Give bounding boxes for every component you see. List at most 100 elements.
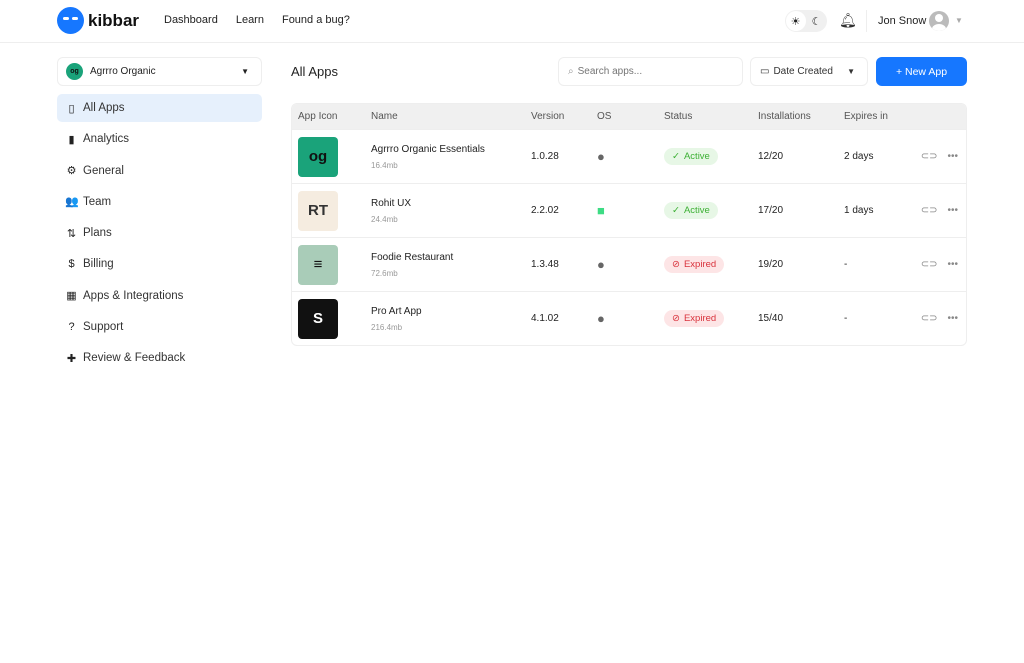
expires-in: 2 days <box>844 151 874 162</box>
sun-icon[interactable]: ☀ <box>785 11 806 31</box>
col-version: Version <box>531 111 565 122</box>
avatar[interactable] <box>929 11 949 31</box>
search-icon: ⌕ <box>568 66 574 77</box>
sort-label: Date Created <box>773 66 833 77</box>
col-status: Status <box>664 111 693 122</box>
apps-table: App Icon Name Version OS Status Installa… <box>291 103 967 346</box>
chevron-down-icon[interactable]: ▼ <box>955 16 963 25</box>
gear-icon: ⚙ <box>66 165 77 178</box>
installations: 15/40 <box>758 313 784 324</box>
nav-dashboard[interactable]: Dashboard <box>164 14 218 26</box>
link-icon[interactable]: ⊂⊃ <box>921 151 938 162</box>
swap-icon: ⇅ <box>66 227 77 240</box>
sidebar-item-apps-integrations[interactable]: ▦ Apps & Integrations <box>57 282 262 310</box>
more-icon[interactable]: ••• <box>947 313 958 324</box>
app-icon: S <box>298 298 338 339</box>
org-name: Agrrro Organic <box>90 66 156 77</box>
team-icon: 👥 <box>65 196 79 209</box>
help-icon: ? <box>68 321 75 334</box>
page-title: All Apps <box>291 64 338 79</box>
app-size: 24.4mb <box>371 214 398 224</box>
sidebar-item-label: General <box>83 164 124 177</box>
apple-icon: ● <box>597 149 605 164</box>
app-size: 16.4mb <box>371 160 398 170</box>
new-app-button[interactable]: + New App <box>876 57 967 86</box>
more-icon[interactable]: ••• <box>947 151 958 162</box>
search-input[interactable] <box>577 66 728 77</box>
user-name[interactable]: Jon Snow <box>878 15 926 27</box>
status-badge: ⊘ Expired <box>664 310 725 327</box>
top-bar: kibbar Dashboard Learn Found a bug? ☀ ☾ … <box>0 0 1024 43</box>
org-logo: og <box>66 63 83 80</box>
col-os: OS <box>597 111 612 122</box>
table-header: App Icon Name Version OS Status Installa… <box>292 104 966 129</box>
bell-icon[interactable]: 🔔︎ <box>839 12 857 29</box>
table-row[interactable]: S Pro Art App 216.4mb 4.1.02 ● ⊘ Expired 1… <box>292 291 966 345</box>
nav-found-bug[interactable]: Found a bug? <box>282 14 350 26</box>
link-icon[interactable]: ⊂⊃ <box>921 259 938 270</box>
app-version: 1.0.28 <box>531 151 559 162</box>
brand-name: kibbar <box>88 10 140 30</box>
bar-chart-icon: ▮ <box>68 133 75 146</box>
app-size: 216.4mb <box>371 322 403 332</box>
search-box[interactable]: ⌕ <box>558 57 743 86</box>
more-icon[interactable]: ••• <box>947 259 958 270</box>
calendar-icon: ▭ <box>760 66 770 77</box>
col-installations: Installations <box>758 111 811 122</box>
top-nav: Dashboard Learn Found a bug? <box>164 14 350 26</box>
app-icon: og <box>298 136 338 177</box>
check-icon: ✓ <box>672 205 680 216</box>
logo[interactable]: kibbar <box>57 7 139 34</box>
table-row[interactable]: RT Rohit UX 24.4mb 2.2.02 ■ ✓ Active 17/20… <box>292 183 966 237</box>
sidebar-item-support[interactable]: ? Support <box>57 313 262 341</box>
sidebar-item-plans[interactable]: ⇅ Plans <box>57 219 262 247</box>
sidebar-item-team[interactable]: 👥 Team <box>57 188 262 216</box>
sidebar-item-label: Support <box>83 321 124 334</box>
sort-dropdown[interactable]: ▭ Date Created ▼ <box>750 57 868 86</box>
divider <box>866 10 867 32</box>
sidebar-item-all-apps[interactable]: ▯ All Apps <box>57 94 262 122</box>
dollar-icon: $ <box>68 258 75 271</box>
status-badge: ⊘ Expired <box>664 256 725 273</box>
sidebar-item-label: Plans <box>83 227 112 240</box>
ban-icon: ⊘ <box>672 313 680 324</box>
more-icon[interactable]: ••• <box>947 205 958 216</box>
app-name[interactable]: Rohit UX <box>371 198 531 209</box>
expires-in: - <box>844 259 848 270</box>
app-version: 2.2.02 <box>531 205 559 216</box>
org-selector[interactable]: og Agrrro Organic ▼ <box>57 57 262 86</box>
sidebar-item-review-feedback[interactable]: ✚ Review & Feedback <box>57 344 262 372</box>
status-badge: ✓ Active <box>664 202 718 219</box>
app-icon: RT <box>298 190 338 231</box>
sidebar-item-analytics[interactable]: ▮ Analytics <box>57 125 262 153</box>
sidebar-item-label: Review & Feedback <box>83 352 186 365</box>
moon-icon[interactable]: ☾ <box>807 11 827 31</box>
status-badge: ✓ Active <box>664 148 718 165</box>
app-name[interactable]: Foodie Restaurant <box>371 252 531 263</box>
link-icon[interactable]: ⊂⊃ <box>921 205 938 216</box>
table-row[interactable]: og Agrrro Organic Essentials 16.4mb 1.0.2… <box>292 129 966 183</box>
phone-icon: ▯ <box>68 102 75 115</box>
installations: 19/20 <box>758 259 784 270</box>
sidebar-item-billing[interactable]: $ Billing <box>57 250 262 278</box>
apps-icon: ▦ <box>66 290 77 303</box>
caret-down-icon: ▼ <box>241 67 249 76</box>
check-icon: ✓ <box>672 151 680 162</box>
sidebar: ▯ All Apps ▮ Analytics ⚙ General 👥 Team ⇅ Plans $ B… <box>57 94 262 376</box>
expires-in: 1 days <box>844 205 874 216</box>
app-name[interactable]: Agrrro Organic Essentials <box>371 144 531 155</box>
theme-toggle[interactable]: ☀ ☾ <box>785 10 827 32</box>
sidebar-item-label: Apps & Integrations <box>83 289 184 302</box>
table-row[interactable]: ≡ Foodie Restaurant 72.6mb 1.3.48 ● ⊘ Expi… <box>292 237 966 291</box>
sidebar-item-label: All Apps <box>83 102 125 114</box>
link-icon[interactable]: ⊂⊃ <box>921 313 938 324</box>
sidebar-item-general[interactable]: ⚙ General <box>57 157 262 185</box>
app-size: 72.6mb <box>371 268 398 278</box>
col-name: Name <box>371 111 398 122</box>
app-icon: ≡ <box>298 244 338 285</box>
app-name[interactable]: Pro Art App <box>371 306 531 317</box>
nav-learn[interactable]: Learn <box>236 14 264 26</box>
sidebar-item-label: Team <box>83 195 112 208</box>
caret-down-icon: ▼ <box>847 67 855 76</box>
ban-icon: ⊘ <box>672 259 680 270</box>
